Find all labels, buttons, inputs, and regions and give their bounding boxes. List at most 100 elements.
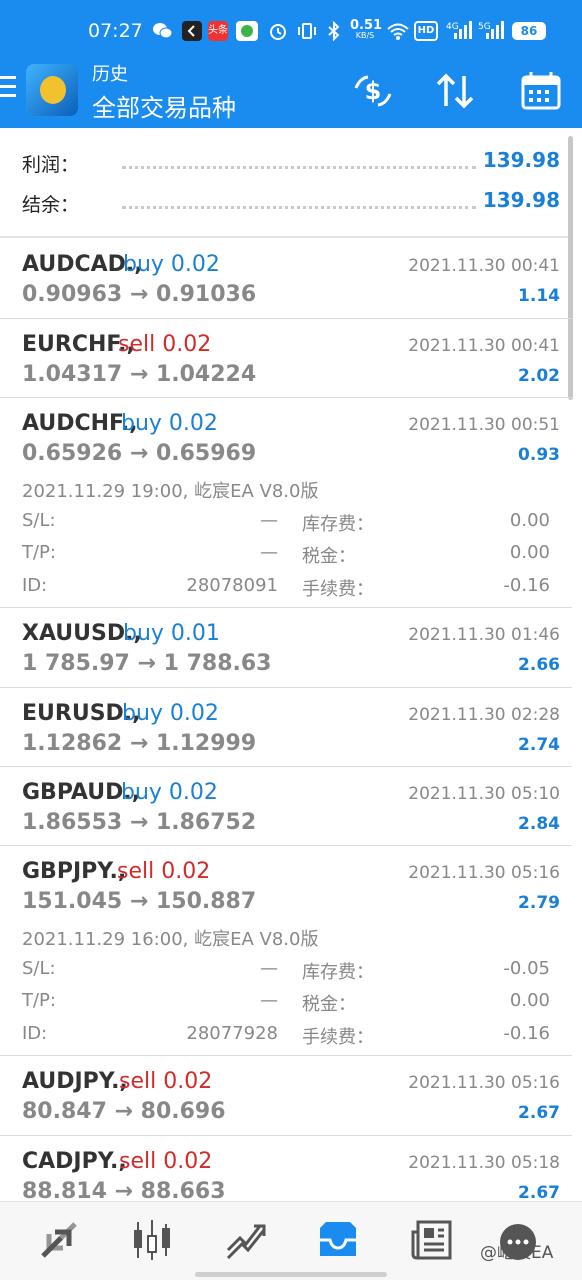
currency-exchange-icon[interactable]: $ xyxy=(350,68,396,114)
trade-prices: 1.12862 → 1.12999 xyxy=(22,731,257,756)
trade-profit: 0.93 xyxy=(518,445,560,465)
trade-side-volume: sell 0.02 xyxy=(119,1069,213,1094)
sl-label: S/L: xyxy=(22,510,56,531)
trade-symbol: AUDJPY., xyxy=(22,1069,128,1094)
trade-icon[interactable] xyxy=(224,1218,268,1262)
trade-profit: 2.67 xyxy=(518,1183,560,1203)
tax-value: 0.00 xyxy=(509,542,550,563)
id-label: ID: xyxy=(22,1023,48,1044)
vibrate-icon xyxy=(296,21,318,41)
fee-label: 手续费： xyxy=(302,579,374,600)
tp-label: T/P: xyxy=(22,990,56,1011)
trade-close-time: 2021.11.30 00:41 xyxy=(408,336,560,356)
tax-label: 税金： xyxy=(302,546,356,567)
fee-value: -0.16 xyxy=(503,575,550,596)
trade-close-time: 2021.11.30 05:10 xyxy=(408,784,560,804)
trade-side-volume: buy 0.02 xyxy=(121,411,218,436)
trade-close-time: 2021.11.30 05:16 xyxy=(408,863,560,883)
quotes-icon[interactable] xyxy=(37,1218,81,1262)
signal-4g-icon: 4G xyxy=(446,21,472,41)
sl-value: — xyxy=(260,958,278,979)
trade-close-time: 2021.11.30 00:41 xyxy=(408,256,560,276)
trade-open-info: 2021.11.29 19:00, 屹宸EA V8.0版 xyxy=(22,481,319,502)
trade-row[interactable]: AUDJPY., sell 0.02 2021.11.30 05:16 80.8… xyxy=(0,1055,572,1135)
profit-label: 利润： xyxy=(22,154,80,176)
chart-icon[interactable] xyxy=(130,1218,174,1262)
trade-row[interactable]: XAUUSD., buy 0.01 2021.11.30 01:46 1 785… xyxy=(0,607,572,687)
balance-label: 结余： xyxy=(22,194,80,216)
alarm-icon xyxy=(268,21,288,41)
id-value: 28077928 xyxy=(186,1023,278,1044)
wifi-icon xyxy=(386,21,410,41)
battery-icon: 86 xyxy=(512,22,546,40)
trade-row[interactable]: AUDCAD., buy 0.02 2021.11.30 00:41 0.909… xyxy=(0,238,572,318)
menu-icon[interactable] xyxy=(0,76,18,102)
trade-profit: 2.02 xyxy=(518,366,560,386)
tp-value: — xyxy=(260,990,278,1011)
balance-summary-row: 结余： 139.98 xyxy=(0,184,572,224)
trade-side-volume: buy 0.01 xyxy=(123,621,220,646)
swap-label: 库存费： xyxy=(302,962,374,983)
trade-side-volume: buy 0.02 xyxy=(122,701,219,726)
profit-value: 139.98 xyxy=(482,148,560,172)
sl-value: — xyxy=(260,510,278,531)
network-speed: 0.51 KB/S xyxy=(350,18,383,41)
news-icon[interactable] xyxy=(410,1218,454,1262)
trade-close-time: 2021.11.30 01:46 xyxy=(408,625,560,645)
watermark-text: @屹宸EA xyxy=(480,1243,554,1263)
trade-side-volume: sell 0.02 xyxy=(119,1149,213,1174)
trade-symbol: GBPJPY., xyxy=(22,859,127,884)
signal-5g-label: 5G xyxy=(478,22,491,32)
profit-summary-row: 利润： 139.98 xyxy=(0,144,572,184)
trade-row-expanded[interactable]: AUDCHF., buy 0.02 2021.11.30 00:51 0.659… xyxy=(0,397,572,607)
status-bar: 07:27 头条 0.51 KB/S HD 4G 5G 86 xyxy=(0,0,582,58)
trade-close-time: 2021.11.30 02:28 xyxy=(408,705,560,725)
signal-4g-label: 4G xyxy=(446,22,459,32)
trade-symbol: CADJPY., xyxy=(22,1149,127,1174)
trade-row[interactable]: CADJPY., sell 0.02 2021.11.30 05:18 88.8… xyxy=(0,1135,572,1204)
sort-icon[interactable] xyxy=(432,68,478,114)
app-notification-green-icon xyxy=(236,21,258,41)
network-speed-value: 0.51 xyxy=(350,18,383,33)
trade-prices: 151.045 → 150.887 xyxy=(22,889,257,914)
dotted-leader xyxy=(122,206,476,209)
trade-profit: 2.84 xyxy=(518,814,560,834)
trade-close-time: 2021.11.30 00:51 xyxy=(408,415,560,435)
trade-prices: 1.86553 → 1.86752 xyxy=(22,810,257,835)
trade-profit: 2.66 xyxy=(518,655,560,675)
trade-prices: 0.90963 → 0.91036 xyxy=(22,282,257,307)
trade-side-volume: sell 0.02 xyxy=(117,859,211,884)
trade-prices: 1.04317 → 1.04224 xyxy=(22,362,257,387)
trade-side-volume: buy 0.02 xyxy=(121,780,218,805)
home-indicator[interactable] xyxy=(195,1272,387,1277)
swap-value: -0.05 xyxy=(503,958,550,979)
trade-profit: 1.14 xyxy=(518,286,560,306)
bluetooth-icon xyxy=(326,20,342,42)
hd-icon: HD xyxy=(414,21,438,41)
tp-value: — xyxy=(260,542,278,563)
symbol-filter-title[interactable]: 全部交易品种 xyxy=(92,88,236,123)
id-label: ID: xyxy=(22,575,48,596)
swap-value: 0.00 xyxy=(509,510,550,531)
id-value: 28078091 xyxy=(186,575,278,596)
tp-label: T/P: xyxy=(22,542,56,563)
trade-row[interactable]: GBPAUD., buy 0.02 2021.11.30 05:10 1.865… xyxy=(0,766,572,845)
news-app-badge-icon: 头条 xyxy=(208,21,228,41)
trade-row[interactable]: EURCHF., sell 0.02 2021.11.30 00:41 1.04… xyxy=(0,318,572,397)
calendar-icon[interactable] xyxy=(518,68,564,114)
trade-profit: 2.74 xyxy=(518,735,560,755)
trade-prices: 80.847 → 80.696 xyxy=(22,1099,226,1124)
trade-row[interactable]: EURUSD., buy 0.02 2021.11.30 02:28 1.128… xyxy=(0,687,572,766)
tax-label: 税金： xyxy=(302,994,356,1015)
trade-side-volume: sell 0.02 xyxy=(118,332,212,357)
trade-row-expanded[interactable]: GBPJPY., sell 0.02 2021.11.30 05:16 151.… xyxy=(0,845,572,1055)
trade-close-time: 2021.11.30 05:16 xyxy=(408,1073,560,1093)
dotted-leader xyxy=(122,166,476,169)
app-notification-icon xyxy=(182,21,202,41)
trade-profit: 2.67 xyxy=(518,1103,560,1123)
trade-prices: 0.65926 → 0.65969 xyxy=(22,441,257,466)
app-header: 07:27 头条 0.51 KB/S HD 4G 5G 86 历史 全部交易品种… xyxy=(0,0,582,128)
balance-value: 139.98 xyxy=(482,188,560,212)
history-icon[interactable] xyxy=(316,1218,360,1262)
fee-value: -0.16 xyxy=(503,1023,550,1044)
